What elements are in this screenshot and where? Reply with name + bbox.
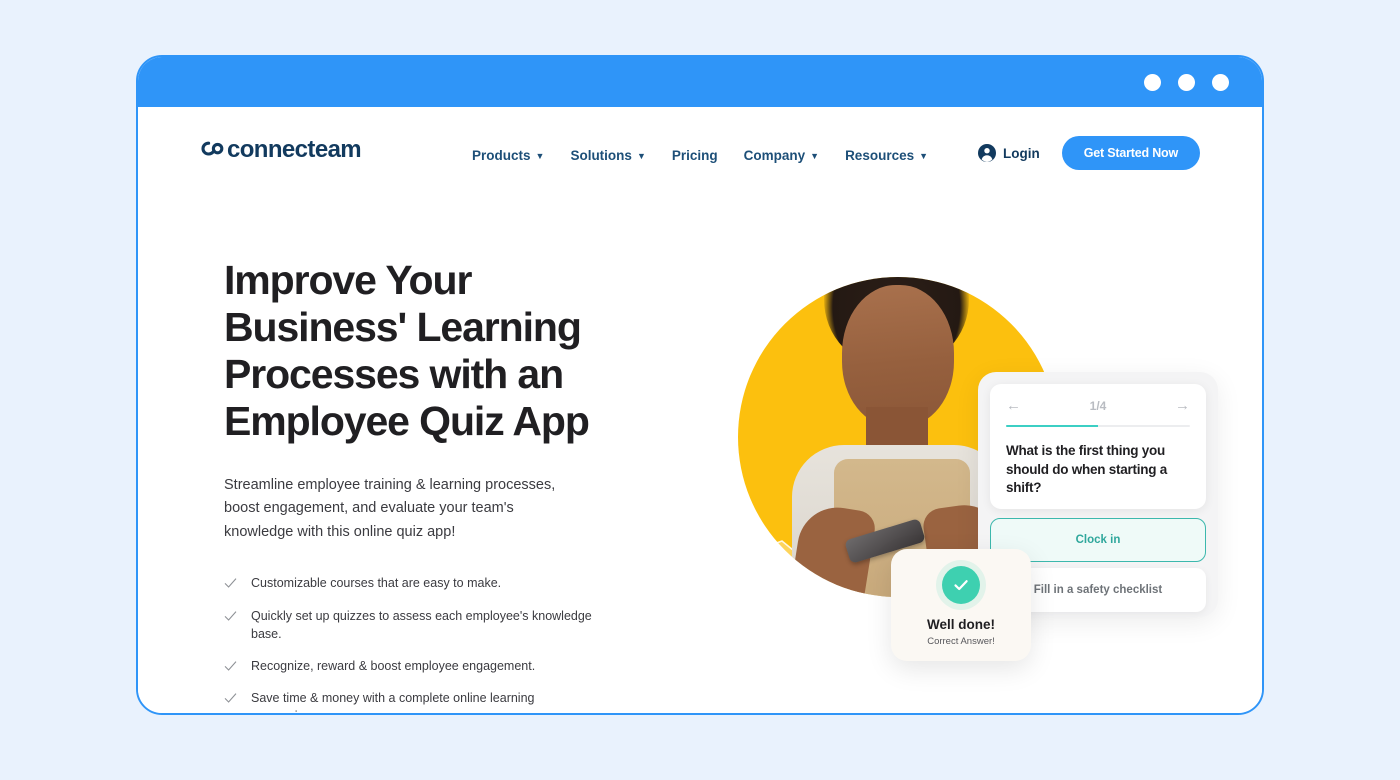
person-face — [842, 285, 954, 427]
quiz-total-number: /4 — [1096, 398, 1107, 413]
checkmark-icon — [224, 577, 237, 590]
quiz-progress-fill — [1006, 425, 1098, 427]
nav-item-label: Resources — [845, 148, 915, 163]
nav-item-label: Solutions — [570, 148, 632, 163]
list-item: Recognize, reward & boost employee engag… — [224, 657, 644, 675]
list-item: Save time & money with a complete online… — [224, 689, 644, 713]
hero-text-column: Improve Your Business' Learning Processe… — [224, 257, 644, 713]
checkmark-icon — [224, 610, 237, 623]
feature-text: Customizable courses that are easy to ma… — [251, 576, 502, 591]
window-dot-icon[interactable] — [1178, 73, 1195, 91]
nav-item-solutions[interactable]: Solutions ▼ — [570, 148, 645, 163]
browser-titlebar — [138, 57, 1262, 107]
toast-subtitle: Correct Answer! — [927, 636, 995, 647]
nav-item-resources[interactable]: Resources ▼ — [845, 148, 928, 163]
feature-text: Quickly set up quizzes to assess each em… — [251, 608, 592, 641]
connecteam-logo[interactable]: connecteam — [200, 136, 362, 164]
nav-item-pricing[interactable]: Pricing — [672, 148, 718, 163]
hero-illustration: ← 1/4 → What is the first thing you shou… — [693, 217, 1253, 713]
infinity-logo-icon — [200, 136, 226, 164]
success-check-icon — [942, 566, 980, 604]
checkmark-icon — [224, 692, 237, 705]
user-account-icon — [978, 144, 996, 162]
checkmark-icon — [224, 660, 237, 673]
nav-item-products[interactable]: Products ▼ — [472, 148, 544, 163]
list-item: Quickly set up quizzes to assess each em… — [224, 607, 644, 643]
quiz-progress-counter: 1/4 — [1090, 399, 1107, 413]
nav-links: Products ▼ Solutions ▼ Pricing Company ▼… — [472, 148, 928, 163]
arrow-right-icon[interactable]: → — [1175, 398, 1190, 413]
quiz-question-text: What is the first thing you should do wh… — [1006, 443, 1168, 496]
chevron-down-icon: ▼ — [535, 151, 545, 161]
login-label: Login — [1003, 145, 1040, 161]
feature-text: Recognize, reward & boost employee engag… — [251, 658, 536, 673]
main-navigation: connecteam Products ▼ Solutions ▼ Pricin… — [138, 107, 1262, 202]
list-item: Customizable courses that are easy to ma… — [224, 574, 644, 592]
nav-item-label: Company — [743, 148, 806, 163]
page-content: connecteam Products ▼ Solutions ▼ Pricin… — [138, 107, 1262, 713]
nav-item-label: Products — [472, 148, 531, 163]
nav-item-company[interactable]: Company ▼ — [744, 148, 819, 163]
login-button[interactable]: Login — [978, 144, 1040, 162]
window-dot-icon[interactable] — [1212, 73, 1229, 91]
window-dot-icon[interactable] — [1144, 73, 1161, 91]
nav-item-label: Pricing — [671, 148, 718, 163]
well-done-toast: Well done! Correct Answer! — [891, 549, 1031, 661]
logo-wordmark: connecteam — [227, 136, 362, 163]
quiz-progress-bar — [1006, 425, 1190, 427]
toast-title: Well done! — [926, 617, 995, 632]
page-title: Improve Your Business' Learning Processe… — [224, 257, 590, 445]
feature-list: Customizable courses that are easy to ma… — [224, 574, 644, 713]
chevron-down-icon: ▼ — [810, 151, 820, 161]
quiz-question-card: ← 1/4 → What is the first thing you shou… — [990, 384, 1206, 509]
chevron-down-icon: ▼ — [636, 151, 646, 161]
hero-subheading: Streamline employee training & learning … — [224, 476, 556, 540]
nav-actions: Login Get Started Now — [978, 136, 1200, 170]
feature-text: Save time & money with a complete online… — [251, 690, 535, 713]
browser-window: connecteam Products ▼ Solutions ▼ Pricin… — [136, 55, 1264, 715]
chevron-down-icon: ▼ — [919, 151, 929, 161]
get-started-now-button[interactable]: Get Started Now — [1061, 136, 1200, 170]
arrow-left-icon[interactable]: ← — [1006, 398, 1021, 413]
quiz-card-header: ← 1/4 → — [1006, 398, 1190, 413]
